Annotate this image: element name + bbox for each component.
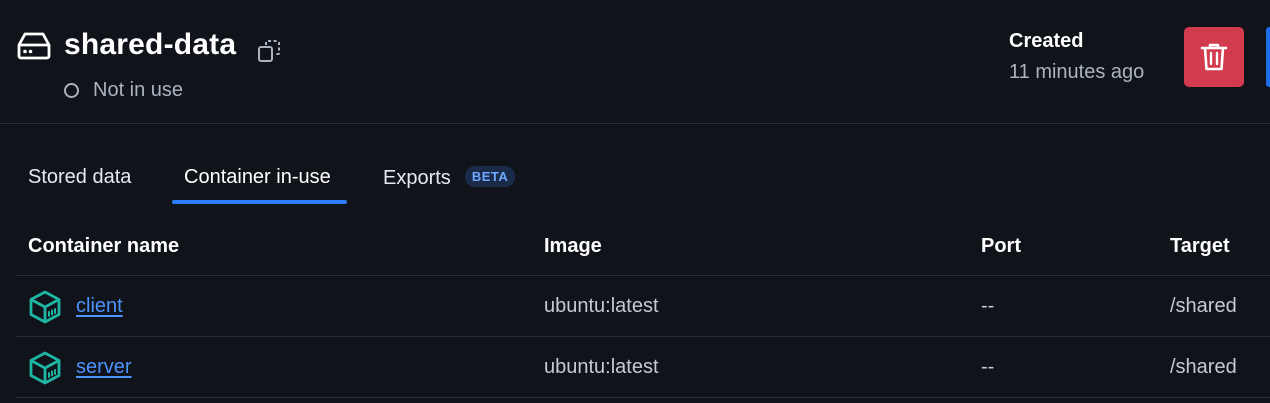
active-tab-indicator (172, 200, 347, 204)
column-header-target[interactable]: Target (1170, 235, 1230, 258)
container-port: -- (981, 295, 995, 317)
container-name-link[interactable]: client (76, 295, 123, 318)
column-header-image[interactable]: Image (544, 235, 602, 258)
volume-name: shared-data (64, 28, 237, 61)
volume-tabs: Stored data Container in-use Exports BETA (0, 150, 1270, 206)
container-cube-icon (29, 290, 61, 324)
created-value: 11 minutes ago (1009, 61, 1145, 83)
container-cube-icon (29, 351, 61, 385)
table-row: client ubuntu:latest -- /shared (16, 276, 1270, 337)
tab-container-in-use[interactable]: Container in-use (184, 166, 331, 189)
hard-drive-icon (17, 32, 51, 60)
status-circle-icon (64, 83, 79, 98)
copy-icon[interactable] (257, 39, 281, 63)
usage-status: Not in use (64, 79, 183, 102)
volume-header: shared-data Not in use Created 11 minute… (0, 0, 1270, 124)
container-image: ubuntu:latest (544, 356, 659, 378)
more-actions-button[interactable] (1266, 27, 1270, 87)
tab-exports[interactable]: Exports BETA (383, 166, 516, 190)
created-label: Created (1009, 30, 1084, 52)
container-name-link[interactable]: server (76, 356, 132, 379)
table-header: Container name Image Port Target (16, 216, 1270, 276)
container-target: /shared (1170, 295, 1237, 317)
trash-icon (1200, 43, 1228, 71)
column-header-port[interactable]: Port (981, 235, 1021, 258)
delete-volume-button[interactable] (1184, 27, 1244, 87)
container-target: /shared (1170, 356, 1237, 378)
status-text: Not in use (93, 79, 184, 101)
tab-stored-data[interactable]: Stored data (28, 166, 131, 189)
container-image: ubuntu:latest (544, 295, 659, 317)
container-port: -- (981, 356, 995, 378)
beta-badge: BETA (464, 166, 516, 187)
column-header-container-name[interactable]: Container name (28, 235, 179, 258)
containers-table: Container name Image Port Target client … (16, 216, 1270, 398)
tab-exports-label: Exports (383, 167, 451, 189)
table-row: server ubuntu:latest -- /shared (16, 337, 1270, 398)
